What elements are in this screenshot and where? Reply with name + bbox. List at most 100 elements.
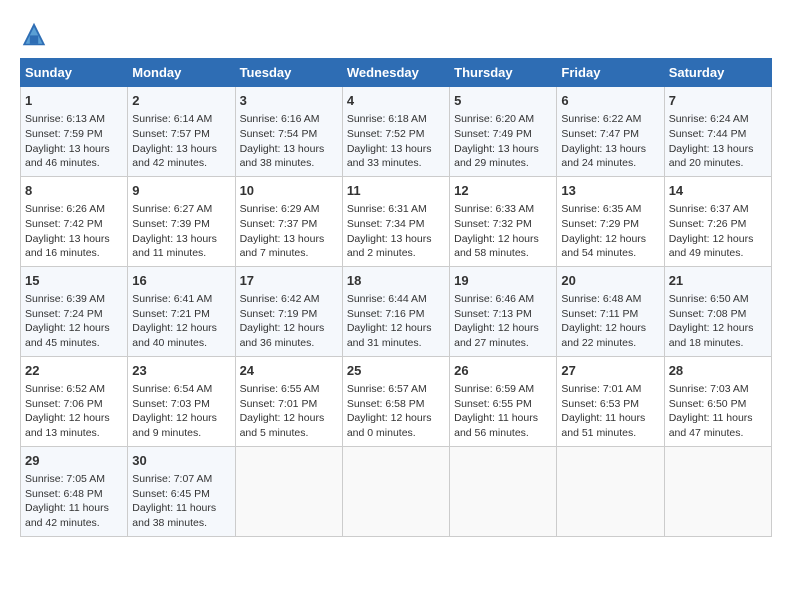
day-info-line: Daylight: 12 hours [454,232,552,247]
day-info-line: Sunset: 7:57 PM [132,127,230,142]
day-info-line: Sunset: 7:34 PM [347,217,445,232]
day-cell: 30Sunrise: 7:07 AMSunset: 6:45 PMDayligh… [128,446,235,536]
day-info-line: Sunrise: 6:14 AM [132,112,230,127]
day-info-line: Sunset: 7:19 PM [240,307,338,322]
day-info-line: Daylight: 13 hours [347,232,445,247]
day-cell: 20Sunrise: 6:48 AMSunset: 7:11 PMDayligh… [557,266,664,356]
day-info-line: Sunset: 6:50 PM [669,397,767,412]
day-info-line: Sunset: 7:44 PM [669,127,767,142]
day-number: 21 [669,272,767,290]
day-number: 23 [132,362,230,380]
day-info-line: and 16 minutes. [25,246,123,261]
day-info-line: Daylight: 13 hours [240,232,338,247]
day-cell [235,446,342,536]
day-info-line: Daylight: 12 hours [669,321,767,336]
day-info-line: Sunrise: 6:13 AM [25,112,123,127]
day-info-line: Sunset: 7:54 PM [240,127,338,142]
day-cell: 14Sunrise: 6:37 AMSunset: 7:26 PMDayligh… [664,176,771,266]
day-info-line: and 54 minutes. [561,246,659,261]
day-number: 28 [669,362,767,380]
day-info-line: Sunrise: 6:50 AM [669,292,767,307]
day-info-line: Sunrise: 6:55 AM [240,382,338,397]
day-cell: 9Sunrise: 6:27 AMSunset: 7:39 PMDaylight… [128,176,235,266]
day-info-line: Daylight: 13 hours [347,142,445,157]
day-info-line: and 13 minutes. [25,426,123,441]
day-info-line: and 22 minutes. [561,336,659,351]
day-cell: 24Sunrise: 6:55 AMSunset: 7:01 PMDayligh… [235,356,342,446]
day-cell: 3Sunrise: 6:16 AMSunset: 7:54 PMDaylight… [235,87,342,177]
week-row-1: 1Sunrise: 6:13 AMSunset: 7:59 PMDaylight… [21,87,772,177]
day-cell [664,446,771,536]
column-header-friday: Friday [557,59,664,87]
day-cell: 12Sunrise: 6:33 AMSunset: 7:32 PMDayligh… [450,176,557,266]
day-cell: 7Sunrise: 6:24 AMSunset: 7:44 PMDaylight… [664,87,771,177]
day-cell: 29Sunrise: 7:05 AMSunset: 6:48 PMDayligh… [21,446,128,536]
day-info-line: Sunrise: 7:07 AM [132,472,230,487]
day-number: 4 [347,92,445,110]
day-info-line: and 38 minutes. [132,516,230,531]
day-info-line: Sunset: 7:21 PM [132,307,230,322]
day-info-line: Sunset: 7:11 PM [561,307,659,322]
day-info-line: Sunrise: 6:42 AM [240,292,338,307]
day-number: 20 [561,272,659,290]
day-number: 30 [132,452,230,470]
day-info-line: Daylight: 13 hours [240,142,338,157]
day-cell: 5Sunrise: 6:20 AMSunset: 7:49 PMDaylight… [450,87,557,177]
day-info-line: Sunset: 7:47 PM [561,127,659,142]
day-info-line: Sunrise: 6:39 AM [25,292,123,307]
day-number: 8 [25,182,123,200]
day-info-line: Sunrise: 6:18 AM [347,112,445,127]
day-info-line: and 27 minutes. [454,336,552,351]
day-cell: 27Sunrise: 7:01 AMSunset: 6:53 PMDayligh… [557,356,664,446]
day-cell [342,446,449,536]
day-info-line: Daylight: 12 hours [347,321,445,336]
day-info-line: Daylight: 13 hours [561,142,659,157]
day-info-line: Daylight: 12 hours [347,411,445,426]
day-number: 26 [454,362,552,380]
day-info-line: Daylight: 13 hours [25,142,123,157]
day-cell: 18Sunrise: 6:44 AMSunset: 7:16 PMDayligh… [342,266,449,356]
day-info-line: Daylight: 12 hours [240,411,338,426]
day-info-line: and 11 minutes. [132,246,230,261]
logo [20,20,52,48]
day-number: 3 [240,92,338,110]
day-info-line: Sunrise: 6:33 AM [454,202,552,217]
day-info-line: and 46 minutes. [25,156,123,171]
day-info-line: Sunrise: 6:41 AM [132,292,230,307]
day-number: 5 [454,92,552,110]
day-number: 9 [132,182,230,200]
day-cell: 11Sunrise: 6:31 AMSunset: 7:34 PMDayligh… [342,176,449,266]
day-info-line: and 31 minutes. [347,336,445,351]
week-row-3: 15Sunrise: 6:39 AMSunset: 7:24 PMDayligh… [21,266,772,356]
day-info-line: Daylight: 12 hours [561,321,659,336]
day-cell: 17Sunrise: 6:42 AMSunset: 7:19 PMDayligh… [235,266,342,356]
day-info-line: Sunset: 7:03 PM [132,397,230,412]
day-info-line: and 38 minutes. [240,156,338,171]
day-number: 25 [347,362,445,380]
day-info-line: Daylight: 12 hours [454,321,552,336]
day-info-line: Daylight: 11 hours [561,411,659,426]
day-info-line: and 24 minutes. [561,156,659,171]
day-cell: 23 Sunrise: 6:54 AMSunset: 7:03 PMDayligh… [128,356,235,446]
day-cell: 1Sunrise: 6:13 AMSunset: 7:59 PMDaylight… [21,87,128,177]
day-info-line: Sunset: 6:55 PM [454,397,552,412]
day-info-line: Sunset: 7:29 PM [561,217,659,232]
day-number: 29 [25,452,123,470]
day-cell: 26Sunrise: 6:59 AMSunset: 6:55 PMDayligh… [450,356,557,446]
day-number: 14 [669,182,767,200]
day-cell: 16Sunrise: 6:41 AMSunset: 7:21 PMDayligh… [128,266,235,356]
day-info-line: and 0 minutes. [347,426,445,441]
day-info-line: and 2 minutes. [347,246,445,261]
day-info-line: Daylight: 12 hours [132,411,230,426]
column-header-tuesday: Tuesday [235,59,342,87]
column-header-monday: Monday [128,59,235,87]
column-header-saturday: Saturday [664,59,771,87]
day-number: 16 [132,272,230,290]
day-info-line: Daylight: 13 hours [454,142,552,157]
day-info-line: and 42 minutes. [25,516,123,531]
day-info-line: Sunset: 7:01 PM [240,397,338,412]
day-info-line: Daylight: 11 hours [25,501,123,516]
day-info-line: Daylight: 11 hours [669,411,767,426]
day-cell: 21Sunrise: 6:50 AMSunset: 7:08 PMDayligh… [664,266,771,356]
day-info-line: Sunrise: 6:54 AM [132,382,230,397]
